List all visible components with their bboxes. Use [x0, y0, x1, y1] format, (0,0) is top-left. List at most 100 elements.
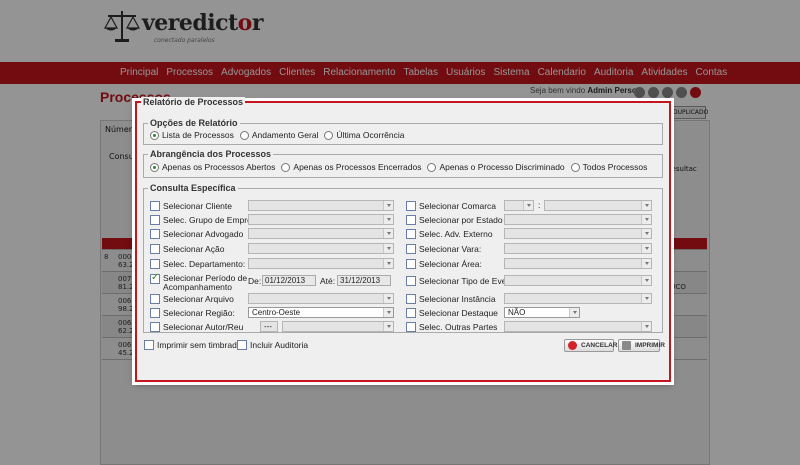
- chevron-down-icon: [569, 308, 579, 317]
- arquivo-select[interactable]: [248, 293, 394, 304]
- specific-query-title: Consulta Específica: [148, 183, 238, 193]
- estado-select[interactable]: [504, 214, 652, 225]
- chevron-down-icon: [383, 229, 393, 238]
- scope-option-radio-2[interactable]: Apenas o Processo Discriminado: [427, 162, 565, 172]
- cliente-select[interactable]: [248, 200, 394, 211]
- de-label: De:: [248, 276, 262, 286]
- autor-type-value: ---: [264, 322, 272, 331]
- scope-option-radio-label: Todos Processos: [582, 162, 648, 172]
- comarca-checkbox[interactable]: [406, 201, 416, 211]
- cliente-checkbox[interactable]: [150, 201, 160, 211]
- chevron-down-icon: [523, 201, 533, 210]
- autor-label: Selecionar Autor/Reu: [163, 322, 244, 332]
- report-option-radio-0[interactable]: Lista de Processos: [150, 130, 234, 140]
- departamento-label: Selec. Departamento:: [163, 259, 246, 269]
- grupo-select[interactable]: [248, 214, 394, 225]
- acao-checkbox[interactable]: [150, 244, 160, 254]
- cancel-button[interactable]: CANCELAR: [564, 339, 617, 352]
- radio-icon: [570, 162, 580, 172]
- specific-query-group: Consulta Específica Selecionar Cliente S…: [143, 183, 663, 333]
- instancia-select[interactable]: [504, 293, 652, 304]
- regiao-checkbox[interactable]: [150, 308, 160, 318]
- destaque-checkbox[interactable]: [406, 308, 416, 318]
- date-to-input[interactable]: 31/12/2013: [337, 275, 391, 286]
- scope-title: Abrangência dos Processos: [148, 149, 274, 159]
- destaque-value: NÃO: [508, 308, 526, 317]
- chevron-down-icon: [641, 259, 651, 268]
- report-option-radio-label: Lista de Processos: [162, 130, 234, 140]
- report-options-radios: Lista de Processos Andamento Geral Última …: [150, 130, 410, 140]
- area-checkbox[interactable]: [406, 259, 416, 269]
- adv-externo-select[interactable]: [504, 228, 652, 239]
- modal-title: Relatório de Processos: [141, 97, 246, 107]
- autor-select[interactable]: [282, 321, 394, 332]
- chevron-down-icon: [641, 215, 651, 224]
- advogado-select[interactable]: [248, 228, 394, 239]
- radio-icon: [324, 130, 334, 140]
- comarca-uf-select[interactable]: [504, 200, 534, 211]
- departamento-select[interactable]: [248, 258, 394, 269]
- report-option-radio-label: Última Ocorrência: [336, 130, 405, 140]
- scope-option-radio-1[interactable]: Apenas os Processos Encerrados: [281, 162, 421, 172]
- imprimir-sem-timbrado-label: Imprimir sem timbrado.: [157, 340, 244, 350]
- report-options-group: Opções de Relatório Lista de Processos An…: [143, 118, 663, 145]
- instancia-checkbox[interactable]: [406, 294, 416, 304]
- arquivo-checkbox[interactable]: [150, 294, 160, 304]
- periodo-checkbox[interactable]: [150, 272, 160, 284]
- chevron-down-icon: [383, 294, 393, 303]
- chevron-down-icon: [641, 201, 651, 210]
- report-options-title: Opções de Relatório: [148, 118, 240, 128]
- incluir-auditoria-label: Incluir Auditoria: [250, 340, 309, 350]
- scope-radios: Apenas os Processos Abertos Apenas os Pro…: [150, 162, 653, 172]
- autor-type-select[interactable]: ---: [260, 321, 278, 332]
- acao-label: Selecionar Ação: [163, 244, 225, 254]
- grupo-checkbox[interactable]: [150, 215, 160, 225]
- area-label: Selecionar Área:: [419, 259, 482, 269]
- regiao-select[interactable]: Centro-Oeste: [248, 307, 394, 318]
- advogado-checkbox[interactable]: [150, 229, 160, 239]
- print-label: IMPRIMIR: [635, 342, 665, 349]
- vara-checkbox[interactable]: [406, 244, 416, 254]
- vara-select[interactable]: [504, 243, 652, 254]
- outras-partes-select[interactable]: [504, 321, 652, 332]
- regiao-label: Selecionar Região:: [163, 308, 235, 318]
- print-button[interactable]: IMPRIMIR: [618, 339, 665, 352]
- report-option-radio-2[interactable]: Última Ocorrência: [324, 130, 404, 140]
- area-select[interactable]: [504, 258, 652, 269]
- incluir-auditoria-checkbox[interactable]: [237, 340, 247, 350]
- acao-select[interactable]: [248, 243, 394, 254]
- chevron-down-icon: [641, 322, 651, 331]
- departamento-checkbox[interactable]: [150, 259, 160, 269]
- autor-checkbox[interactable]: [150, 322, 160, 332]
- scope-option-radio-0[interactable]: Apenas os Processos Abertos: [150, 162, 275, 172]
- comarca-select[interactable]: [544, 200, 652, 211]
- scope-option-radio-label: Apenas os Processos Encerrados: [293, 162, 422, 172]
- vara-label: Selecionar Vara:: [419, 244, 482, 254]
- destaque-select[interactable]: NÃO: [504, 307, 580, 318]
- tipo-evento-select[interactable]: [504, 275, 652, 286]
- adv-externo-checkbox[interactable]: [406, 229, 416, 239]
- chevron-down-icon: [641, 276, 651, 285]
- radio-icon: [239, 130, 249, 140]
- cancel-icon: [568, 341, 577, 350]
- imprimir-sem-timbrado-checkbox[interactable]: [144, 340, 154, 350]
- estado-checkbox[interactable]: [406, 215, 416, 225]
- tipo-evento-checkbox[interactable]: [406, 276, 416, 286]
- scope-option-radio-3[interactable]: Todos Processos: [570, 162, 648, 172]
- date-from-input[interactable]: 01/12/2013: [262, 275, 316, 286]
- estado-label: Selecionar por Estado: [419, 215, 503, 225]
- report-option-radio-label: Andamento Geral: [251, 130, 319, 140]
- instancia-label: Selecionar Instância: [419, 294, 496, 304]
- scope-option-radio-label: Apenas os Processos Abertos: [162, 162, 276, 172]
- advogado-label: Selecionar Advogado: [163, 229, 244, 239]
- periodo-label-2: Acompanhamento: [163, 282, 232, 292]
- printer-icon: [622, 341, 631, 350]
- radio-icon: [150, 162, 159, 172]
- chevron-down-icon: [383, 322, 393, 331]
- comarca-sep: :: [538, 200, 541, 210]
- chevron-down-icon: [383, 215, 393, 224]
- report-option-radio-1[interactable]: Andamento Geral: [239, 130, 319, 140]
- outras-partes-checkbox[interactable]: [406, 322, 416, 332]
- outras-partes-label: Selec. Outras Partes: [419, 322, 498, 332]
- chevron-down-icon: [383, 308, 393, 317]
